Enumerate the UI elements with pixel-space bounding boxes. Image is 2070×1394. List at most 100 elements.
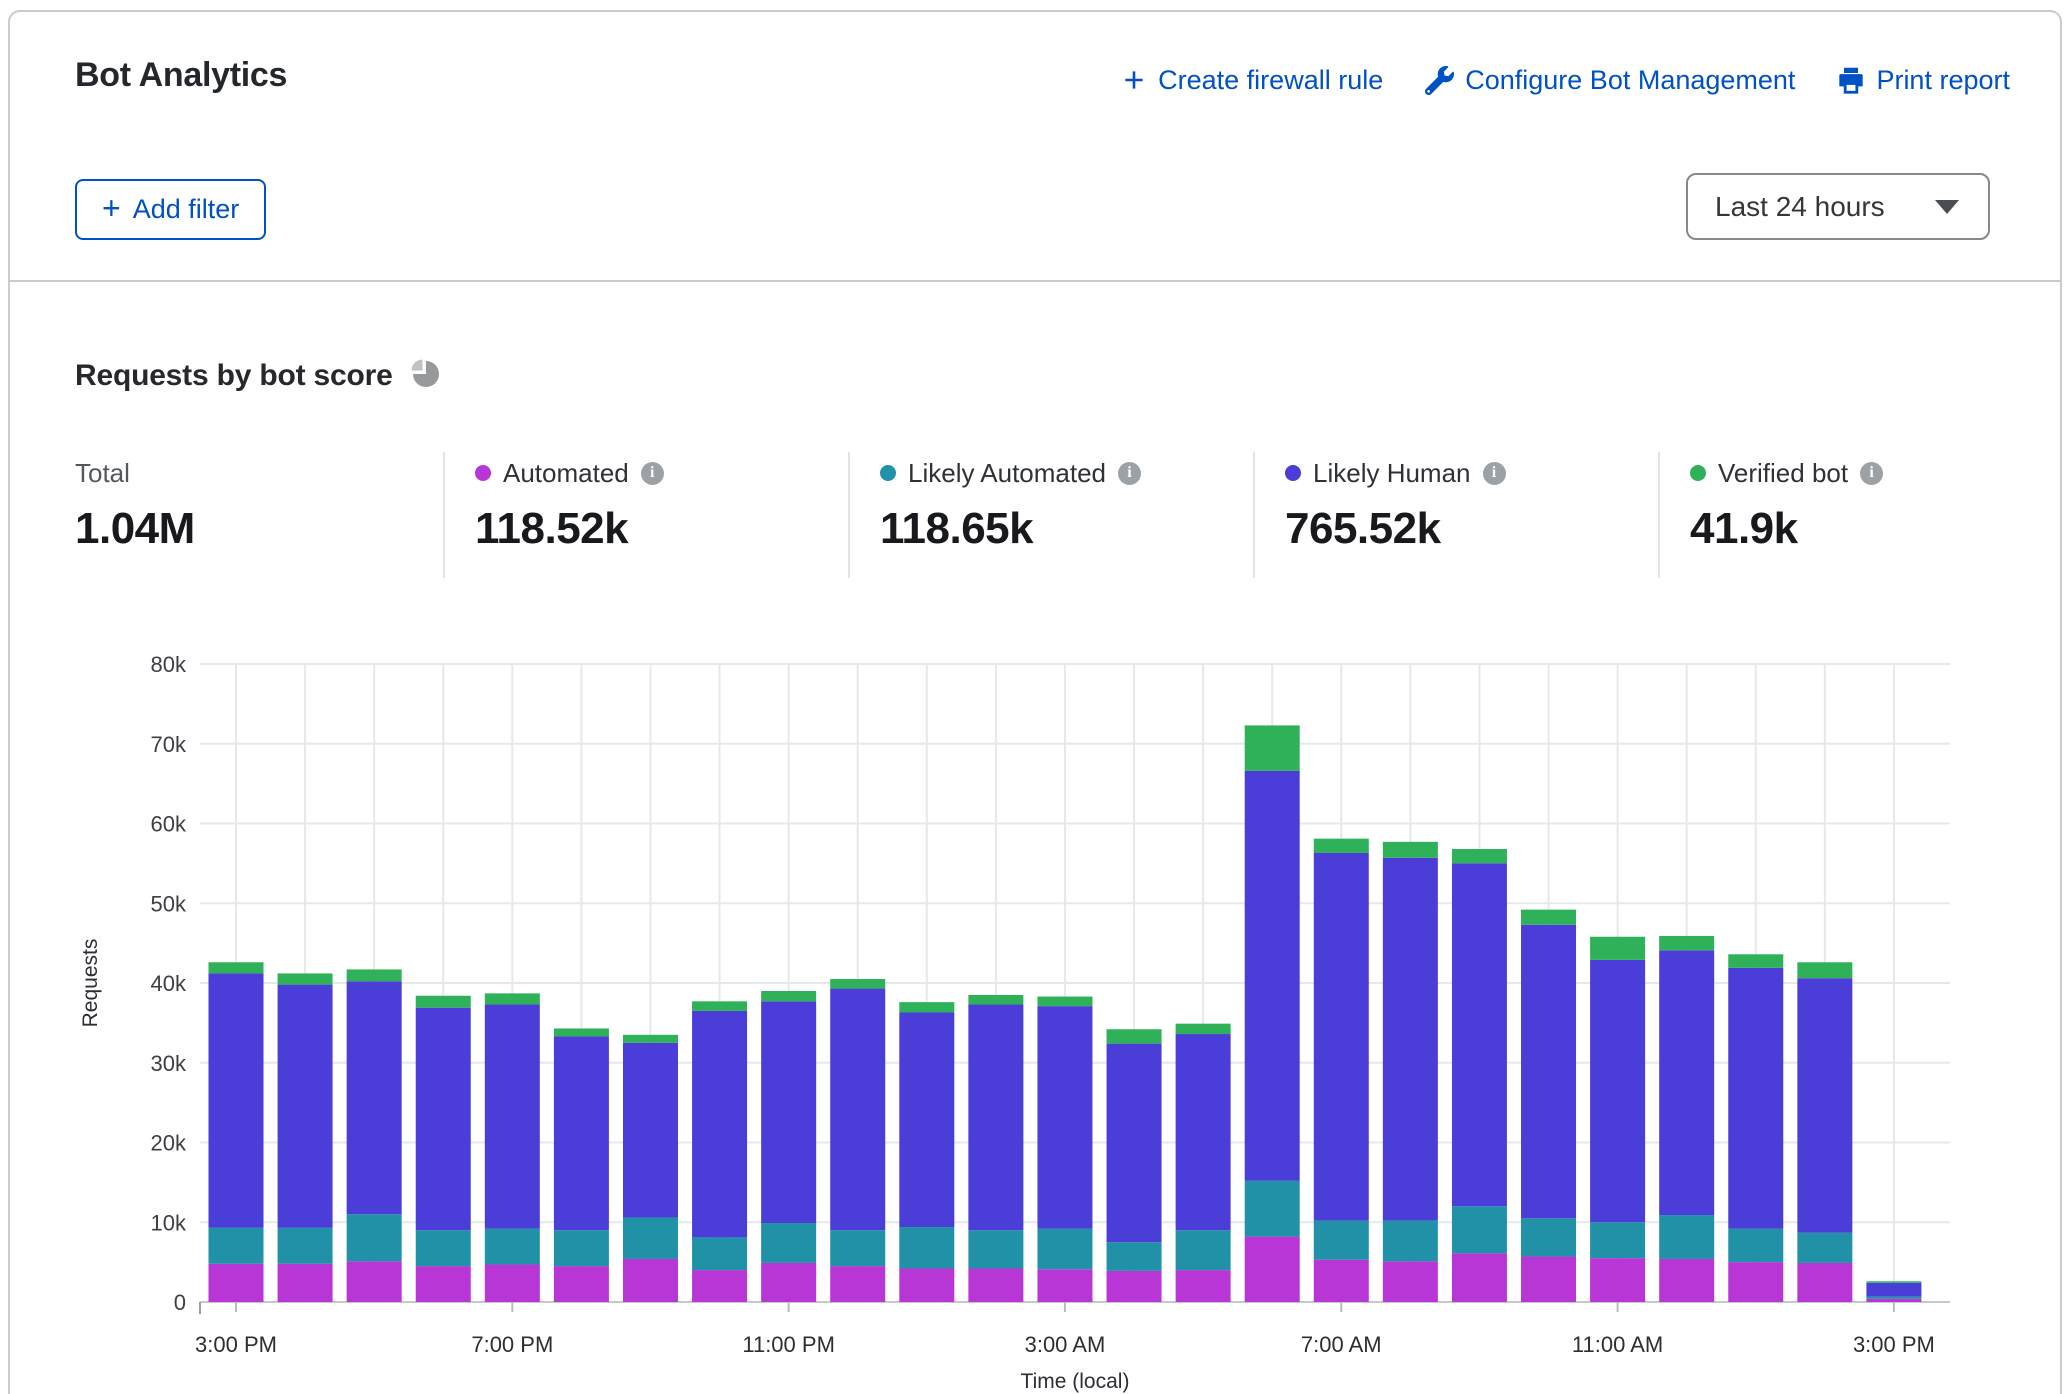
bar-segment-automated[interactable] bbox=[1590, 1258, 1645, 1302]
bar-segment-likely-automated[interactable] bbox=[554, 1230, 609, 1266]
bar-segment-likely-human[interactable] bbox=[1728, 968, 1783, 1229]
bar-segment-likely-automated[interactable] bbox=[1452, 1206, 1507, 1253]
bar-segment-likely-human[interactable] bbox=[1521, 925, 1576, 1218]
bar-segment-likely-human[interactable] bbox=[278, 985, 333, 1228]
bar-8:00 AM[interactable] bbox=[1383, 842, 1438, 1302]
bar-segment-verified-bot[interactable] bbox=[1728, 954, 1783, 968]
bar-9:00 AM[interactable] bbox=[1452, 849, 1507, 1302]
bar-segment-likely-automated[interactable] bbox=[1590, 1222, 1645, 1258]
bar-segment-automated[interactable] bbox=[485, 1265, 540, 1302]
bar-segment-likely-human[interactable] bbox=[1866, 1283, 1921, 1297]
bar-segment-likely-human[interactable] bbox=[485, 1005, 540, 1229]
bar-segment-verified-bot[interactable] bbox=[1176, 1024, 1231, 1034]
bar-segment-likely-human[interactable] bbox=[1590, 960, 1645, 1222]
bar-segment-automated[interactable] bbox=[968, 1269, 1023, 1302]
bar-segment-automated[interactable] bbox=[623, 1259, 678, 1302]
bar-segment-automated[interactable] bbox=[692, 1270, 747, 1302]
bar-segment-likely-automated[interactable] bbox=[623, 1217, 678, 1258]
bar-segment-automated[interactable] bbox=[1521, 1257, 1576, 1302]
bar-segment-likely-automated[interactable] bbox=[899, 1227, 954, 1268]
bar-segment-likely-automated[interactable] bbox=[1521, 1218, 1576, 1256]
bar-segment-likely-automated[interactable] bbox=[1176, 1230, 1231, 1270]
bar-8:00 PM[interactable] bbox=[554, 1028, 609, 1302]
bar-segment-automated[interactable] bbox=[1866, 1299, 1921, 1302]
bar-2:00 AM[interactable] bbox=[968, 995, 1023, 1302]
bar-segment-automated[interactable] bbox=[554, 1266, 609, 1302]
bar-9:00 PM[interactable] bbox=[623, 1035, 678, 1302]
bar-segment-verified-bot[interactable] bbox=[209, 962, 264, 973]
bar-segment-likely-automated[interactable] bbox=[1659, 1215, 1714, 1259]
bar-segment-verified-bot[interactable] bbox=[623, 1035, 678, 1043]
create-firewall-rule-link[interactable]: Create firewall rule bbox=[1121, 65, 1383, 96]
bar-6:00 PM[interactable] bbox=[416, 996, 471, 1302]
bar-3:00 PM[interactable] bbox=[209, 962, 264, 1302]
bar-segment-likely-automated[interactable] bbox=[830, 1230, 885, 1266]
bar-segment-verified-bot[interactable] bbox=[692, 1001, 747, 1011]
bar-segment-likely-automated[interactable] bbox=[278, 1228, 333, 1264]
bar-segment-automated[interactable] bbox=[209, 1264, 264, 1302]
info-icon[interactable]: i bbox=[1483, 462, 1506, 485]
bar-1:00 PM[interactable] bbox=[1728, 954, 1783, 1302]
configure-bot-management-link[interactable]: Configure Bot Management bbox=[1425, 65, 1795, 96]
bar-segment-automated[interactable] bbox=[1659, 1259, 1714, 1302]
bar-segment-likely-automated[interactable] bbox=[347, 1214, 402, 1261]
print-report-link[interactable]: Print report bbox=[1837, 65, 2010, 96]
bar-12:00 PM[interactable] bbox=[1659, 936, 1714, 1302]
bar-segment-verified-bot[interactable] bbox=[1659, 936, 1714, 950]
bar-segment-automated[interactable] bbox=[278, 1264, 333, 1302]
bar-segment-likely-automated[interactable] bbox=[692, 1237, 747, 1270]
bar-segment-verified-bot[interactable] bbox=[830, 979, 885, 989]
bar-segment-likely-automated[interactable] bbox=[1383, 1221, 1438, 1262]
bar-segment-automated[interactable] bbox=[830, 1266, 885, 1302]
bar-segment-verified-bot[interactable] bbox=[968, 995, 1023, 1005]
bar-segment-automated[interactable] bbox=[347, 1261, 402, 1302]
bar-segment-verified-bot[interactable] bbox=[1037, 997, 1092, 1007]
bar-segment-automated[interactable] bbox=[899, 1269, 954, 1302]
bar-segment-verified-bot[interactable] bbox=[1521, 910, 1576, 925]
bar-segment-likely-automated[interactable] bbox=[1797, 1233, 1852, 1263]
bar-segment-likely-human[interactable] bbox=[830, 989, 885, 1231]
bar-segment-verified-bot[interactable] bbox=[347, 969, 402, 981]
bar-segment-likely-automated[interactable] bbox=[1107, 1242, 1162, 1271]
bar-segment-likely-automated[interactable] bbox=[1245, 1181, 1300, 1237]
bar-segment-likely-human[interactable] bbox=[1452, 863, 1507, 1206]
bar-10:00 AM[interactable] bbox=[1521, 910, 1576, 1302]
bar-segment-verified-bot[interactable] bbox=[1107, 1029, 1162, 1043]
bar-segment-likely-human[interactable] bbox=[1245, 771, 1300, 1181]
bar-segment-verified-bot[interactable] bbox=[1866, 1281, 1921, 1283]
bar-segment-automated[interactable] bbox=[1797, 1263, 1852, 1302]
bar-segment-automated[interactable] bbox=[1314, 1260, 1369, 1302]
bar-segment-verified-bot[interactable] bbox=[485, 993, 540, 1004]
bar-5:00 AM[interactable] bbox=[1176, 1024, 1231, 1302]
bar-segment-automated[interactable] bbox=[1037, 1269, 1092, 1302]
bar-segment-likely-human[interactable] bbox=[692, 1011, 747, 1237]
bar-3:00 AM[interactable] bbox=[1037, 997, 1092, 1302]
bar-segment-automated[interactable] bbox=[1728, 1262, 1783, 1302]
bar-segment-automated[interactable] bbox=[416, 1266, 471, 1302]
bar-5:00 PM[interactable] bbox=[347, 969, 402, 1302]
bar-segment-likely-automated[interactable] bbox=[761, 1223, 816, 1263]
bar-segment-likely-automated[interactable] bbox=[968, 1230, 1023, 1268]
bar-segment-likely-human[interactable] bbox=[1176, 1034, 1231, 1230]
bar-segment-verified-bot[interactable] bbox=[1452, 849, 1507, 863]
bar-7:00 PM[interactable] bbox=[485, 993, 540, 1302]
bar-segment-likely-human[interactable] bbox=[968, 1005, 1023, 1231]
bar-segment-verified-bot[interactable] bbox=[1797, 962, 1852, 978]
info-icon[interactable]: i bbox=[1118, 462, 1141, 485]
bar-4:00 PM[interactable] bbox=[278, 973, 333, 1302]
bar-segment-verified-bot[interactable] bbox=[416, 996, 471, 1008]
bar-segment-automated[interactable] bbox=[1107, 1271, 1162, 1302]
bar-segment-likely-automated[interactable] bbox=[1314, 1221, 1369, 1260]
bar-segment-likely-human[interactable] bbox=[347, 981, 402, 1214]
bar-segment-verified-bot[interactable] bbox=[278, 973, 333, 984]
bar-1:00 AM[interactable] bbox=[899, 1002, 954, 1302]
bar-segment-automated[interactable] bbox=[1245, 1237, 1300, 1302]
bar-11:00 PM[interactable] bbox=[761, 991, 816, 1302]
bar-segment-likely-human[interactable] bbox=[761, 1001, 816, 1223]
bar-segment-likely-human[interactable] bbox=[554, 1036, 609, 1230]
bar-segment-verified-bot[interactable] bbox=[1245, 725, 1300, 770]
bar-segment-verified-bot[interactable] bbox=[1590, 937, 1645, 960]
bar-segment-likely-human[interactable] bbox=[1037, 1006, 1092, 1229]
info-icon[interactable]: i bbox=[1860, 462, 1883, 485]
bar-10:00 PM[interactable] bbox=[692, 1001, 747, 1302]
